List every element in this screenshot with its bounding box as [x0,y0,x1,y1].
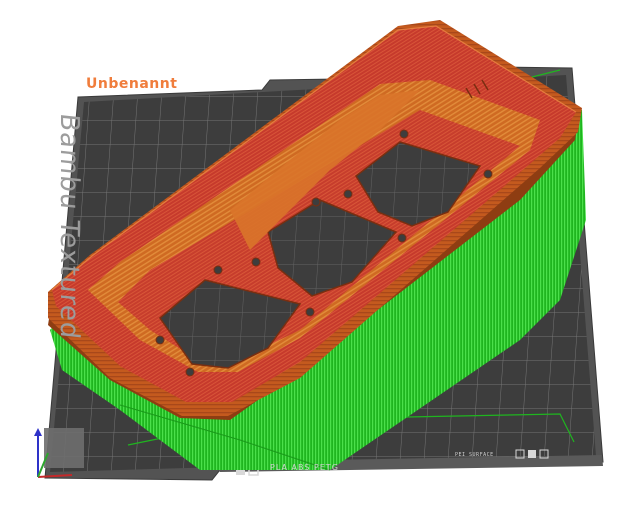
plate-name-label[interactable]: Unbenannt [86,76,177,92]
plate-brand-label: Bambu Textured [54,111,84,342]
filament-types-label: PLA ABS PETG [270,463,339,472]
surface-label: PEI SURFACE [455,452,494,458]
3d-viewport[interactable]: Unbenannt Bambu Textured PLA ABS PETG PE… [0,0,635,528]
plate-corner-icon [528,450,536,458]
